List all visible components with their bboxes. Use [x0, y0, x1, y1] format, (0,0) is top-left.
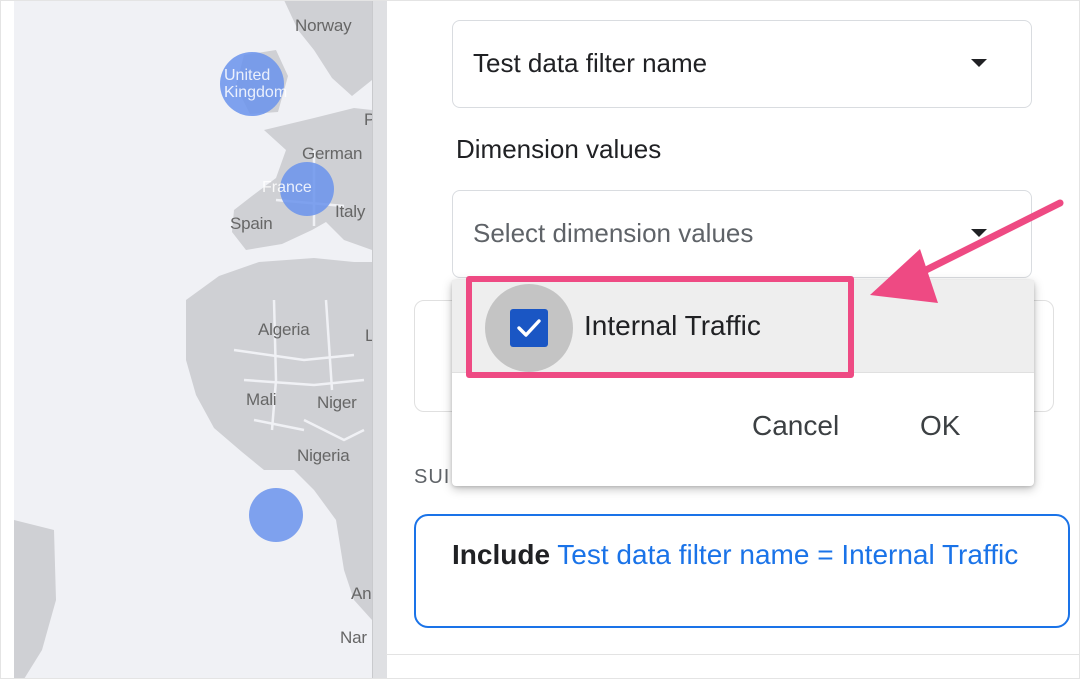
- summary-condition: Test data filter name = Internal Traffic: [557, 539, 1019, 570]
- world-map: Norway German Italy Spain Algeria Mali N…: [14, 0, 372, 679]
- map-label-algeria: Algeria: [258, 320, 310, 339]
- map-bubble-uk-line2: Kingdom: [224, 84, 288, 101]
- filter-summary-box: Include Test data filter name = Internal…: [414, 514, 1070, 628]
- map-label-partial-l: L: [365, 326, 372, 345]
- map-bubble-france-label: France: [262, 179, 312, 196]
- filter-name-value: Test data filter name: [473, 48, 708, 78]
- summary-text: Include Test data filter name = Internal…: [452, 536, 1032, 573]
- map-label-germany: German: [302, 144, 363, 163]
- map-label-nigeria: Nigeria: [297, 446, 350, 465]
- map-label-italy: Italy: [335, 202, 366, 221]
- map-label-partial-p: P: [364, 110, 372, 129]
- map-label-partial-an: An: [351, 584, 372, 603]
- map-label-mali: Mali: [246, 390, 277, 409]
- map-label-partial-nar: Nar: [340, 628, 367, 647]
- map-bubble-uk-label: United Kingdom: [224, 67, 287, 101]
- cancel-button[interactable]: Cancel: [752, 410, 839, 442]
- map-bubble-africa-west[interactable]: [249, 488, 303, 542]
- map-bubble-uk-line1: United: [224, 67, 271, 84]
- map-label-niger: Niger: [317, 393, 357, 412]
- annotation-arrow-icon: [870, 199, 1064, 303]
- footer-divider: [386, 654, 1080, 655]
- summary-heading: SUI: [414, 466, 451, 488]
- map-label-spain: Spain: [230, 214, 273, 233]
- ok-button[interactable]: OK: [920, 410, 960, 442]
- summary-keyword: Include: [452, 539, 551, 570]
- highlight-annotation-box: [466, 276, 854, 378]
- chevron-down-icon: [971, 59, 987, 67]
- map-label-norway: Norway: [295, 16, 352, 35]
- map-landmass: [14, 0, 372, 679]
- map-scroll-divider: [372, 0, 387, 679]
- filter-name-select[interactable]: Test data filter name: [452, 20, 1032, 108]
- dimension-values-label: Dimension values: [456, 134, 662, 164]
- dimension-values-placeholder: Select dimension values: [473, 218, 754, 248]
